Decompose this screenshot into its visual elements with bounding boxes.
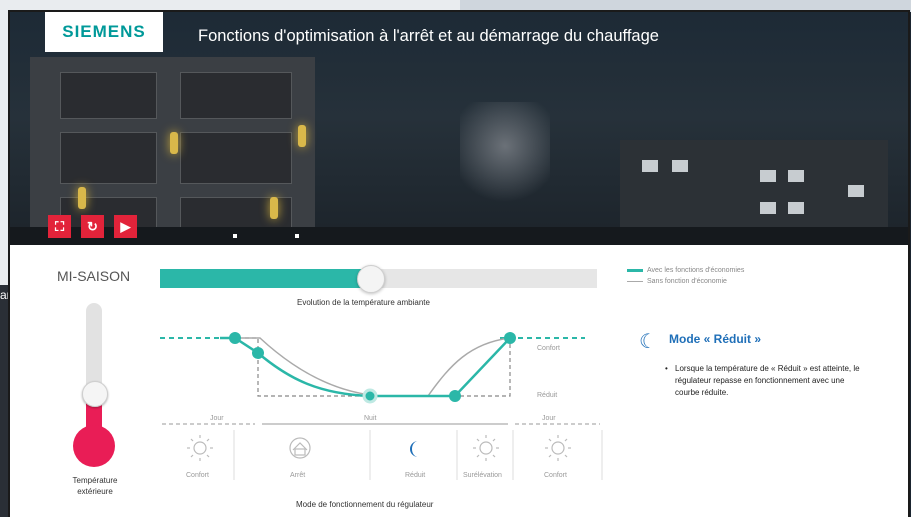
thermometer-label: Température extérieure	[55, 475, 135, 497]
legend-label-with: Avec les fonctions d'économies	[647, 267, 745, 274]
building-room	[60, 72, 157, 119]
legend-swatch-teal	[627, 269, 643, 272]
level-reduit-label: Réduit	[537, 392, 557, 399]
mode-label-confort-end: Confort	[544, 472, 567, 479]
timeline-handle[interactable]	[356, 265, 385, 293]
building-room	[180, 72, 292, 119]
building-illustration	[30, 57, 315, 245]
banner: SIEMENS Fonctions d'optimisation à l'arr…	[10, 12, 908, 245]
brand-name: SIEMENS	[62, 22, 146, 41]
replay-button[interactable]: ↻	[81, 215, 104, 238]
thermometer-bulb	[73, 425, 115, 467]
sun-raised-icon	[473, 435, 499, 461]
home-icon	[289, 437, 311, 459]
mode-label-reduit: Réduit	[405, 472, 425, 479]
thermometer-label-line1: Température	[72, 476, 118, 485]
temperature-slider-handle[interactable]	[82, 381, 108, 407]
tree-illustration	[460, 102, 550, 212]
curve-with-savings	[220, 336, 515, 398]
lamp	[78, 187, 86, 209]
banner-title: Fonctions d'optimisation à l'arrêt et au…	[198, 27, 659, 45]
legend-label-without: Sans fonction d'économie	[647, 278, 727, 285]
fullscreen-button[interactable]: ⛶	[48, 215, 71, 238]
mode-label-surelevation: Surélévation	[463, 472, 502, 479]
mode-label-confort: Confort	[186, 472, 209, 479]
period-jour-left: Jour	[210, 415, 224, 422]
timeline-progress[interactable]	[160, 265, 597, 293]
curve-point	[252, 347, 264, 359]
house-window	[760, 170, 776, 182]
play-button[interactable]: ▶	[114, 215, 137, 238]
moon-icon: ☾	[639, 331, 657, 353]
curve-point	[362, 388, 378, 404]
sun-icon	[187, 435, 213, 461]
period-nuit: Nuit	[364, 415, 377, 422]
house-window	[788, 202, 804, 214]
building-room	[180, 132, 292, 184]
house-window	[760, 202, 776, 214]
moon-mode-icon	[410, 441, 418, 457]
mode-title: Mode « Réduit »	[669, 332, 762, 346]
level-confort-label: Confort	[537, 345, 560, 352]
period-jour-right: Jour	[542, 415, 556, 422]
background-window-top	[460, 0, 911, 12]
play-icon: ▶	[120, 218, 131, 234]
curve-point	[449, 390, 461, 402]
regulator-mode-label: Mode de fonctionnement du régulateur	[296, 500, 434, 509]
legend-item-with: Avec les fonctions d'économies	[627, 267, 744, 274]
curve-point	[229, 332, 241, 344]
timeline-progress-fill	[160, 269, 370, 288]
mode-label-arret: Arrêt	[290, 472, 305, 479]
scene-marker	[233, 234, 237, 238]
presentation-window: SIEMENS Fonctions d'optimisation à l'arr…	[10, 12, 908, 517]
house-window	[642, 160, 658, 172]
lamp	[270, 197, 278, 219]
fullscreen-icon: ⛶	[54, 218, 65, 234]
house-window	[788, 170, 804, 182]
mode-description: Lorsque la température de « Réduit » est…	[665, 363, 867, 399]
legend-item-without: Sans fonction d'économie	[627, 278, 727, 285]
replay-icon: ↻	[87, 218, 98, 234]
temperature-diagram: Confort Réduit Jour Nuit Jour Confort Ar…	[160, 332, 603, 480]
building-room	[60, 132, 157, 184]
siemens-logo: SIEMENS	[45, 12, 163, 52]
house-window	[848, 185, 864, 197]
curve-point	[504, 332, 516, 344]
house-window	[672, 160, 688, 172]
legend-swatch-grey	[627, 281, 643, 282]
lamp	[170, 132, 178, 154]
season-label: MI-SAISON	[57, 268, 131, 284]
content-panel: MI-SAISON Température extérieure Evoluti…	[10, 245, 908, 517]
setpoint-profile	[245, 337, 511, 397]
thermometer-label-line2: extérieure	[77, 487, 113, 496]
scene-marker	[295, 234, 299, 238]
sun-icon	[545, 435, 571, 461]
lamp	[298, 125, 306, 147]
ground	[10, 227, 908, 245]
